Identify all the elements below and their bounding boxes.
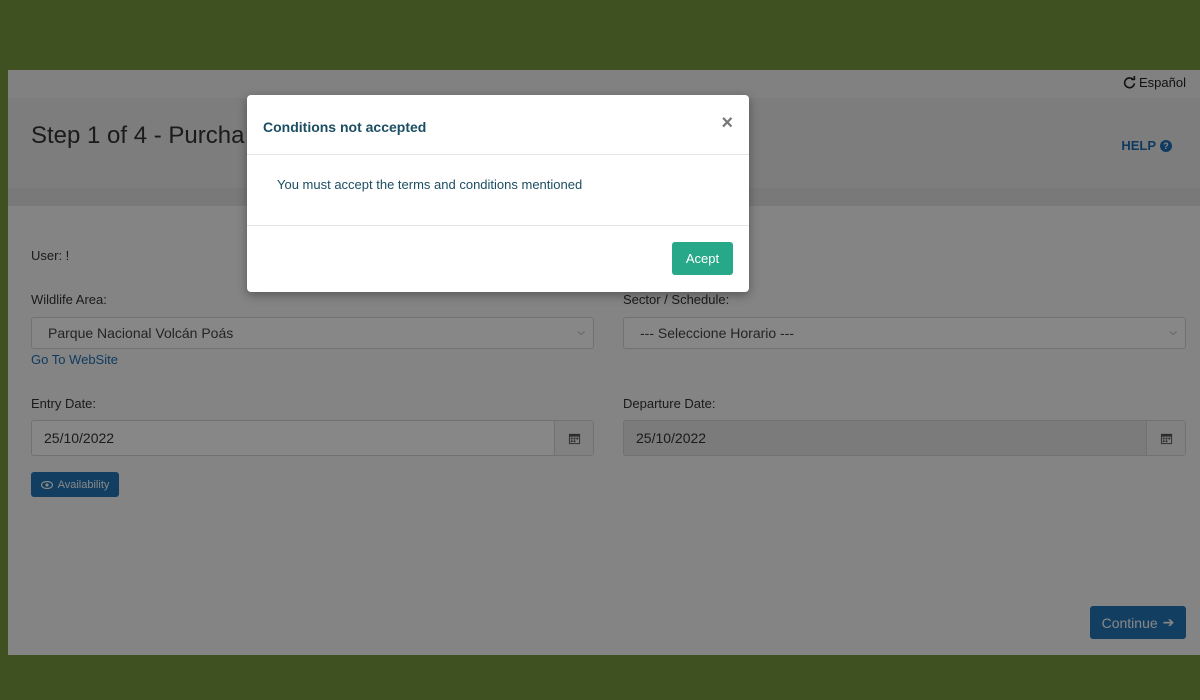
dialog-header: Conditions not accepted × [247, 95, 749, 155]
modal-overlay[interactable]: Conditions not accepted × You must accep… [0, 0, 1200, 700]
accept-button[interactable]: Acept [672, 242, 733, 275]
conditions-dialog: Conditions not accepted × You must accep… [247, 95, 749, 292]
dialog-message: You must accept the terms and conditions… [277, 177, 583, 192]
dialog-body: You must accept the terms and conditions… [247, 155, 749, 226]
dialog-title: Conditions not accepted [263, 119, 427, 135]
close-icon[interactable]: × [721, 113, 733, 133]
